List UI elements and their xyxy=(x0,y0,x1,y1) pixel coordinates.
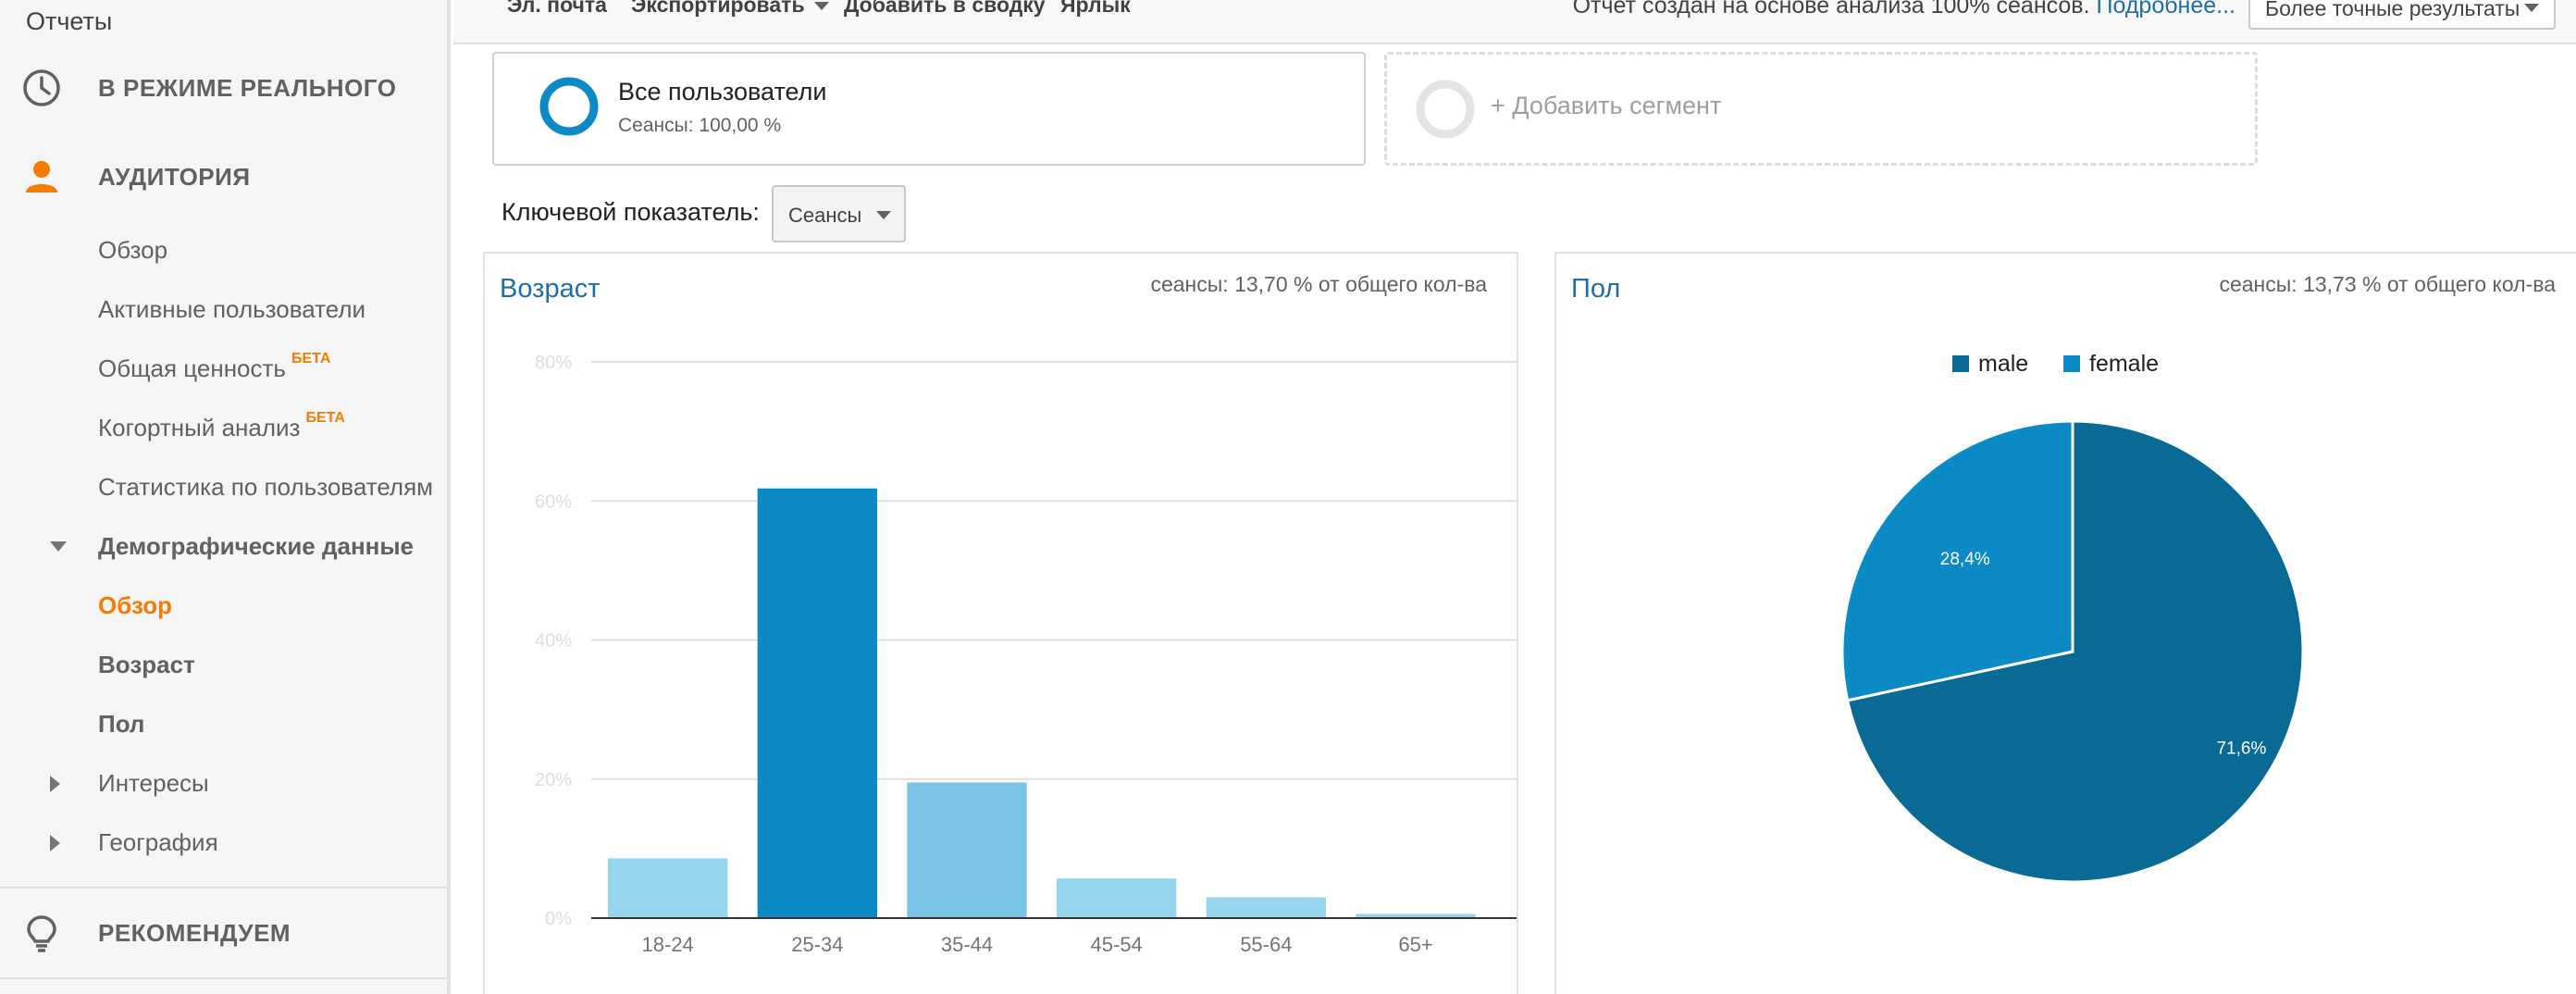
audience-label: АУДИТОРИЯ xyxy=(98,162,251,191)
sidebar-divider xyxy=(0,887,447,888)
sidebar-item-overview[interactable]: Обзор xyxy=(98,236,167,265)
pie-label-female: 28,4% xyxy=(1940,550,1990,569)
legend-label-female[interactable]: female xyxy=(2089,351,2159,377)
add-segment-button[interactable]: + Добавить сегмент xyxy=(1384,52,2258,166)
sidebar-section-recommend[interactable]: РЕКОМЕНДУЕМ xyxy=(0,896,447,970)
bar-25-34[interactable] xyxy=(757,488,877,918)
sidebar: Отчеты В РЕЖИМЕ РЕАЛЬНОГО АУДИТОРИЯ Обзо… xyxy=(0,0,451,994)
export-button[interactable]: Экспортировать xyxy=(631,0,829,18)
gender-pie-chart: male female 71,6% 28,4% xyxy=(1840,351,2305,884)
reports-heading: Отчеты xyxy=(26,7,113,35)
add-segment-label: + Добавить сегмент xyxy=(1491,92,1722,119)
segment-title: Все пользователи xyxy=(618,78,827,106)
recommend-label: РЕКОМЕНДУЕМ xyxy=(98,918,291,947)
age-panel: Возраст сеансы: 13,70 % от общего кол-ва… xyxy=(483,252,1518,994)
y-tick-label: 0% xyxy=(545,909,572,929)
sidebar-section-realtime[interactable]: В РЕЖИМЕ РЕАЛЬНОГО xyxy=(0,51,447,125)
sidebar-item-cohort[interactable]: Когортный анализ БЕТА xyxy=(98,410,345,442)
person-icon xyxy=(26,161,57,193)
x-tick-label: 35-44 xyxy=(941,933,993,956)
sidebar-item-user-explorer[interactable]: Статистика по пользователям xyxy=(98,473,433,502)
export-label: Экспортировать xyxy=(631,0,805,17)
legend-label-male[interactable]: male xyxy=(1978,351,2028,377)
legend-swatch xyxy=(1952,355,1969,372)
legend-swatch xyxy=(2063,355,2080,372)
sidebar-item-interests[interactable]: Интересы xyxy=(98,769,209,798)
bar-18-24[interactable] xyxy=(608,858,728,918)
segment-sessions: Сеансы: 100,00 % xyxy=(618,115,782,136)
sidebar-item-demo-overview[interactable]: Обзор xyxy=(98,591,172,620)
key-metric-label: Ключевой показатель: xyxy=(502,198,760,226)
expanded-triangle-icon[interactable] xyxy=(50,541,67,552)
pie-label-male: 71,6% xyxy=(2216,739,2266,759)
y-tick-label: 40% xyxy=(535,631,572,652)
chevron-down-icon xyxy=(2524,4,2539,12)
beta-badge: БЕТА xyxy=(305,410,345,426)
bar-55-64[interactable] xyxy=(1206,897,1326,918)
x-tick-label: 55-64 xyxy=(1240,933,1292,956)
x-tick-label: 65+ xyxy=(1398,933,1432,956)
sampling-note-text: Отчет создан на основе анализа 100% сеан… xyxy=(1572,0,2090,19)
key-metric-value: Сеансы xyxy=(788,204,862,227)
cohort-label: Когортный анализ xyxy=(98,414,301,441)
sidebar-item-active-users[interactable]: Активные пользователи xyxy=(98,295,365,324)
y-tick-label: 60% xyxy=(535,491,572,512)
key-metric-select[interactable]: Сеансы xyxy=(772,185,906,242)
collapsed-triangle-icon[interactable] xyxy=(50,835,60,851)
y-tick-label: 20% xyxy=(535,770,572,790)
add-to-dashboard-button[interactable]: Добавить в сводку xyxy=(844,0,1046,18)
shortcut-button[interactable]: Ярлык xyxy=(1060,0,1131,18)
x-tick-label: 18-24 xyxy=(642,933,694,956)
segment-ring-icon xyxy=(539,77,599,136)
bar-35-44[interactable] xyxy=(907,782,1027,918)
empty-segment-ring-icon xyxy=(1416,80,1475,139)
sidebar-item-demo-age[interactable]: Возраст xyxy=(98,651,195,679)
collapsed-triangle-icon[interactable] xyxy=(50,776,60,792)
more-info-link[interactable]: Подробнее... xyxy=(2097,0,2236,19)
sidebar-item-demographics[interactable]: Демографические данные xyxy=(98,532,414,561)
x-tick-label: 45-54 xyxy=(1091,933,1143,956)
sampling-note: Отчет создан на основе анализа 100% сеан… xyxy=(1573,0,2235,19)
realtime-label: В РЕЖИМЕ РЕАЛЬНОГО xyxy=(98,73,397,102)
lifetime-value-label: Общая ценность xyxy=(98,354,286,382)
age-bar-chart: 0% 20% 40% 60% 80% 18-24 25-34 35-44 45-54 55-64 6… xyxy=(535,353,1517,956)
sidebar-item-geo[interactable]: География xyxy=(98,828,218,857)
clock-icon xyxy=(23,69,60,106)
y-tick-label: 80% xyxy=(535,353,572,373)
precision-dropdown-value: Более точные результаты xyxy=(2265,0,2520,20)
x-tick-label: 25-34 xyxy=(791,933,843,956)
sidebar-item-lifetime-value[interactable]: Общая ценность БЕТА xyxy=(98,351,331,383)
lightbulb-icon xyxy=(27,915,56,952)
chevron-down-icon xyxy=(876,211,891,219)
sidebar-divider xyxy=(0,977,447,979)
bar-45-54[interactable] xyxy=(1057,878,1177,918)
sidebar-item-demo-gender[interactable]: Пол xyxy=(98,710,144,739)
sidebar-section-audience[interactable]: АУДИТОРИЯ xyxy=(0,140,447,214)
beta-badge: БЕТА xyxy=(291,351,331,367)
email-button[interactable]: Эл. почта xyxy=(507,0,607,18)
chevron-down-icon xyxy=(813,2,829,11)
segment-all-users[interactable]: Все пользователи Сеансы: 100,00 % xyxy=(492,52,1366,166)
precision-dropdown[interactable]: Более точные результаты xyxy=(2248,0,2556,30)
gender-panel: Пол сеансы: 13,73 % от общего кол-ва mal… xyxy=(1554,252,2576,994)
